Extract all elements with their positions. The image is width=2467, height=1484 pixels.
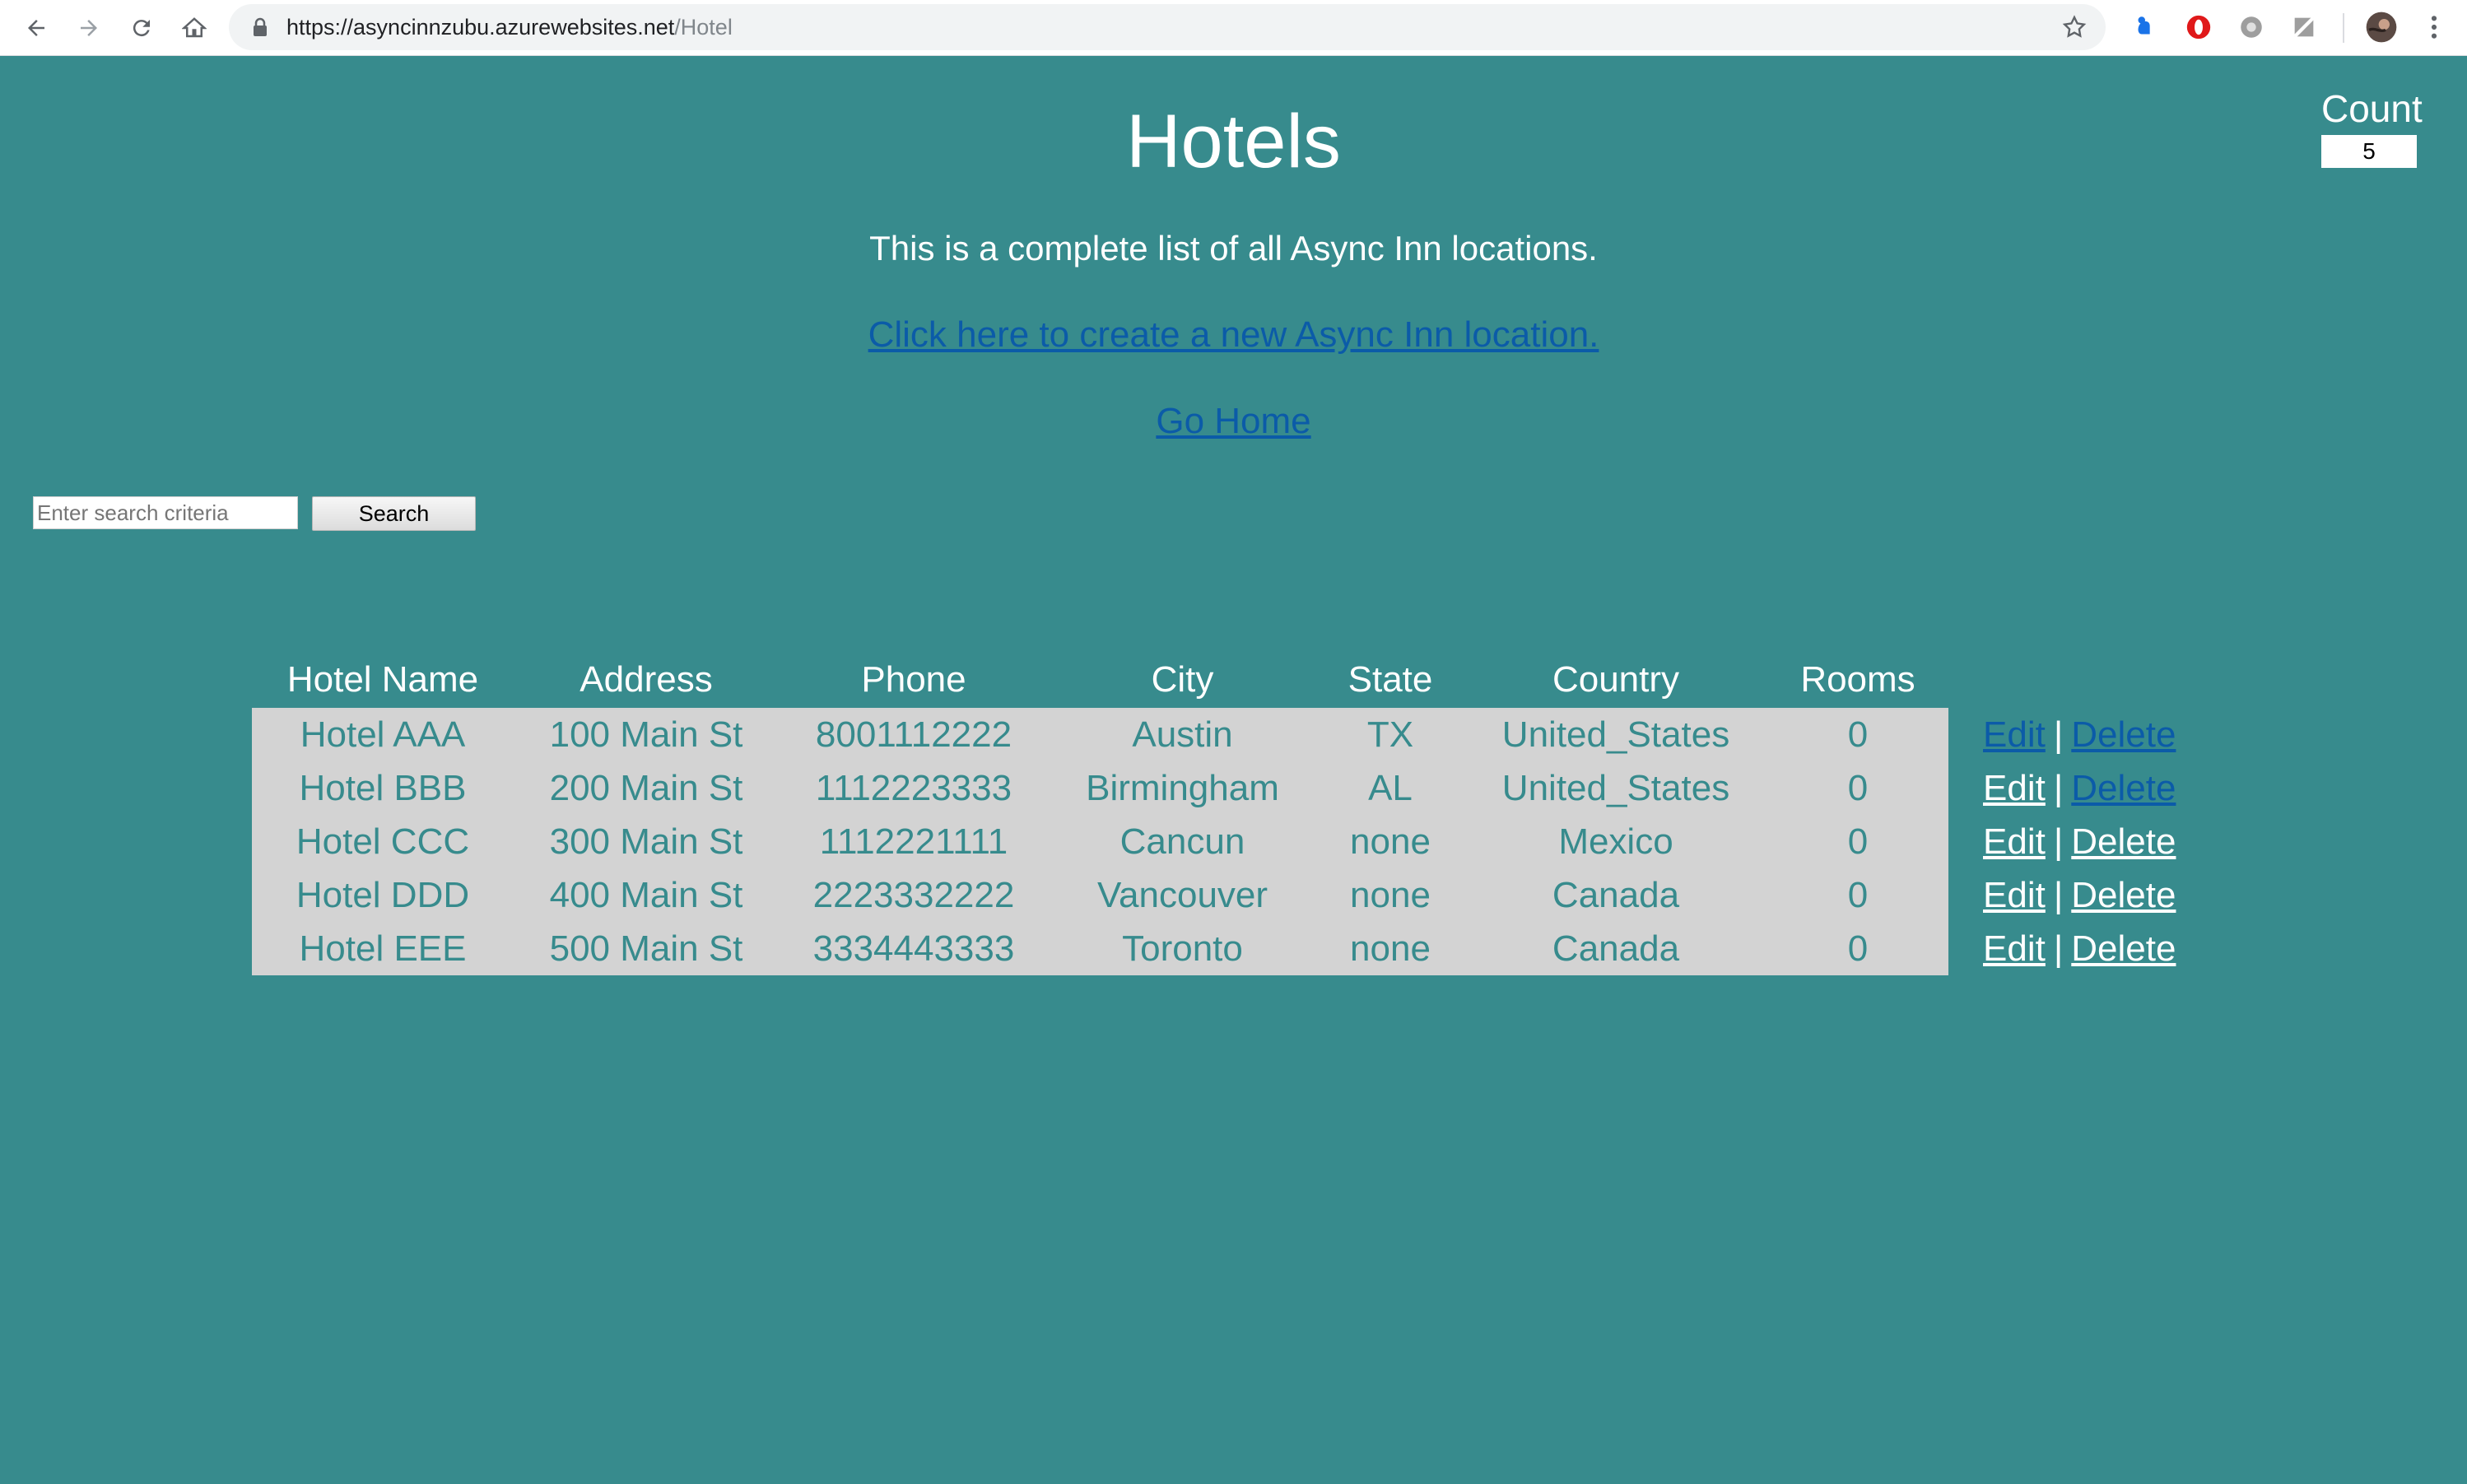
edit-link[interactable]: Edit (1983, 821, 2046, 862)
column-header-country: Country (1552, 659, 1680, 700)
column-header-city: City (1151, 659, 1214, 700)
edit-link[interactable]: Edit (1983, 768, 2046, 808)
table-row: Hotel CCC 300 Main St 1112221111 Cancun … (252, 815, 2212, 868)
opera-icon[interactable] (2181, 10, 2216, 44)
rooms-cell: 0 (1767, 868, 1948, 922)
hotels-table: Hotel Name Address Phone City State Coun… (252, 652, 2212, 975)
lock-icon (252, 17, 268, 41)
rooms-cell: 0 (1767, 708, 1948, 761)
rooms-cell: 0 (1767, 922, 1948, 975)
hotel-name-cell: Hotel DDD (252, 868, 514, 922)
city-cell: Vancouver (1049, 868, 1316, 922)
table-header-row: Hotel Name Address Phone City State Coun… (252, 652, 2212, 708)
delete-link[interactable]: Delete (2071, 768, 2176, 808)
create-location-paragraph: Click here to create a new Async Inn loc… (0, 313, 2467, 357)
state-cell: none (1316, 815, 1464, 868)
column-header-actions (1948, 652, 2212, 708)
extension-icon[interactable] (2128, 10, 2162, 44)
column-header-address: Address (580, 659, 713, 700)
table-row: Hotel BBB 200 Main St 1112223333 Birming… (252, 761, 2212, 815)
city-cell: Cancun (1049, 815, 1316, 868)
delete-link[interactable]: Delete (2071, 821, 2176, 862)
bookmark-star-icon[interactable] (2061, 14, 2088, 44)
url-host: https://asyncinnzubu.azurewebsites.net (286, 15, 675, 40)
address-cell: 300 Main St (514, 815, 779, 868)
column-header-phone: Phone (861, 659, 966, 700)
address-cell: 100 Main St (514, 708, 779, 761)
search-input[interactable] (33, 496, 298, 529)
actions-cell: Edit | Delete (1948, 761, 2212, 815)
edit-link[interactable]: Edit (1983, 875, 2046, 915)
address-bar[interactable]: https://asyncinnzubu.azurewebsites.net/H… (229, 4, 2106, 50)
url-text: https://asyncinnzubu.azurewebsites.net/H… (286, 4, 733, 50)
hotel-name-cell: Hotel EEE (252, 922, 514, 975)
create-location-link[interactable]: Click here to create a new Async Inn loc… (868, 314, 1599, 355)
city-cell: Austin (1049, 708, 1316, 761)
phone-cell: 1112223333 (779, 761, 1049, 815)
address-cell: 200 Main St (514, 761, 779, 815)
actions-cell: Edit | Delete (1948, 922, 2212, 975)
state-cell: none (1316, 922, 1464, 975)
profile-avatar[interactable] (2364, 10, 2399, 44)
column-header-state: State (1348, 659, 1433, 700)
table-row: Hotel EEE 500 Main St 3334443333 Toronto… (252, 922, 2212, 975)
rooms-cell: 0 (1767, 815, 1948, 868)
action-separator: | (2053, 767, 2064, 808)
toolbar-divider (2343, 13, 2344, 43)
address-cell: 500 Main St (514, 922, 779, 975)
country-cell: United_States (1464, 761, 1767, 815)
actions-cell: Edit | Delete (1948, 815, 2212, 868)
actions-cell: Edit | Delete (1948, 708, 2212, 761)
search-button[interactable]: Search (312, 496, 476, 531)
count-label: Count (2321, 87, 2423, 130)
phone-cell: 8001112222 (779, 708, 1049, 761)
phone-cell: 2223332222 (779, 868, 1049, 922)
action-separator: | (2053, 874, 2064, 915)
hotel-name-cell: Hotel CCC (252, 815, 514, 868)
page-title: Hotels (1126, 100, 1341, 184)
phone-cell: 1112221111 (779, 815, 1049, 868)
go-home-paragraph: Go Home (0, 399, 2467, 444)
delete-link[interactable]: Delete (2071, 928, 2176, 969)
table-row: Hotel AAA 100 Main St 8001112222 Austin … (252, 708, 2212, 761)
action-separator: | (2053, 928, 2064, 969)
country-cell: Canada (1464, 868, 1767, 922)
delete-link[interactable]: Delete (2071, 714, 2176, 755)
hotel-name-cell: Hotel AAA (252, 708, 514, 761)
state-cell: AL (1316, 761, 1464, 815)
extension-slash-icon[interactable] (2287, 10, 2321, 44)
settings-extension-icon[interactable] (2234, 10, 2269, 44)
action-separator: | (2053, 714, 2064, 755)
page-intro: This is a complete list of all Async Inn… (869, 229, 1598, 267)
back-icon[interactable] (16, 8, 56, 48)
browser-toolbar: https://asyncinnzubu.azurewebsites.net/H… (0, 0, 2467, 56)
country-cell: Mexico (1464, 815, 1767, 868)
state-cell: none (1316, 868, 1464, 922)
go-home-link[interactable]: Go Home (1156, 401, 1310, 441)
hotel-name-cell: Hotel BBB (252, 761, 514, 815)
edit-link[interactable]: Edit (1983, 928, 2046, 969)
country-cell: United_States (1464, 708, 1767, 761)
reload-icon[interactable] (122, 8, 161, 48)
column-header-rooms: Rooms (1800, 659, 1915, 700)
menu-dots-icon[interactable] (2417, 10, 2451, 44)
city-cell: Birmingham (1049, 761, 1316, 815)
rooms-cell: 0 (1767, 761, 1948, 815)
column-header-hotel-name: Hotel Name (286, 659, 479, 700)
state-cell: TX (1316, 708, 1464, 761)
country-cell: Canada (1464, 922, 1767, 975)
forward-icon[interactable] (69, 8, 109, 48)
city-cell: Toronto (1049, 922, 1316, 975)
actions-cell: Edit | Delete (1948, 868, 2212, 922)
phone-cell: 3334443333 (779, 922, 1049, 975)
count-value: 5 (2321, 135, 2417, 168)
address-cell: 400 Main St (514, 868, 779, 922)
url-path: /Hotel (674, 15, 733, 40)
home-icon[interactable] (175, 8, 214, 48)
table-row: Hotel DDD 400 Main St 2223332222 Vancouv… (252, 868, 2212, 922)
delete-link[interactable]: Delete (2071, 875, 2176, 915)
edit-link[interactable]: Edit (1983, 714, 2046, 755)
action-separator: | (2053, 821, 2064, 862)
